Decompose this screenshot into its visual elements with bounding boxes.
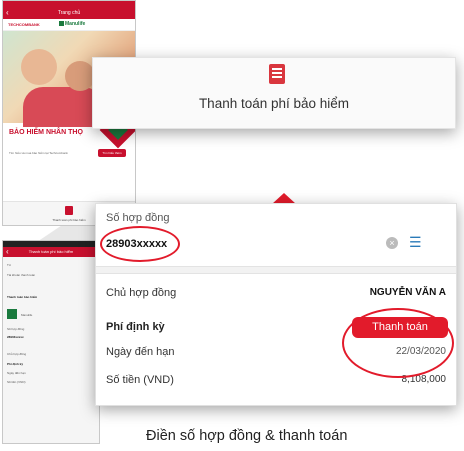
logo-bar: TECHCOMBANK Manulife [3, 19, 135, 31]
top-bar: ‹ Trang chủ [3, 7, 135, 19]
clear-icon[interactable]: × [386, 237, 398, 249]
learn-more-button[interactable]: Tìm hiểu thêm [98, 149, 126, 157]
highlight-contract-oval [100, 226, 180, 262]
due-label: Ngày đến hạn [7, 371, 26, 375]
owner-label: Chủ hợp đồng [7, 352, 27, 356]
back-icon[interactable]: ‹ [6, 7, 9, 19]
document-list-icon [65, 206, 73, 215]
page-title: Trang chủ [57, 10, 81, 16]
highlight-pay-oval [342, 308, 454, 378]
zoom-callout-payment-form: Số hợp đồng 28903xxxxx × ☰ Chủ hợp đồng … [95, 203, 457, 406]
contract-number-label: Số hợp đồng [106, 212, 170, 224]
account-label: Tài khoản thanh toán [7, 273, 36, 277]
amount-label: Số tiền (VND) [106, 374, 174, 386]
fee-label: Phí định kỳ [7, 362, 24, 366]
phone-payment-screen: ‹ Thanh toán phí bảo hiểm Từ Tài khoản t… [2, 240, 100, 444]
owner-row: Chủ hợp đồng NGUYỄN VĂN A [106, 287, 446, 299]
manulife-logo: Manulife [59, 21, 85, 27]
callout-caption: Thanh toán phí bảo hiểm [198, 96, 350, 111]
divider [96, 266, 456, 274]
from-label: Từ [7, 263, 11, 267]
banner-title: BẢO HIỂM NHÂN THỌ [9, 129, 83, 136]
list-icon[interactable]: ☰ [409, 235, 422, 249]
contract-label: Số hợp đồng [7, 327, 25, 331]
amount-label: Số tiền (VND) [7, 380, 26, 384]
owner-value: NGUYỄN VĂN A [369, 287, 446, 298]
owner-label: Chủ hợp đồng [106, 287, 177, 299]
section-title: Thanh toán bảo hiểm [7, 295, 38, 299]
insurer-name: Manulife [21, 313, 33, 317]
manulife-logo [7, 309, 17, 319]
back-icon[interactable]: ‹ [6, 247, 9, 257]
payment-form: Từ Tài khoản thanh toán Thanh toán bảo h… [3, 257, 99, 443]
top-bar: ‹ Thanh toán phí bảo hiểm [3, 247, 99, 257]
fee-label: Phí định kỳ [106, 321, 165, 333]
techcombank-logo: TECHCOMBANK [8, 22, 40, 27]
due-label: Ngày đến hạn [106, 346, 175, 358]
zoom-callout-shortcut: Thanh toán phí bảo hiểm [92, 57, 456, 129]
banner-description: Tìm hiểu và mua bảo hiểm tại Techcombank [9, 151, 68, 155]
contract-value[interactable]: 28903xxxxx [7, 335, 24, 339]
instruction-caption: Điền số hợp đồng & thanh toán [146, 428, 348, 444]
document-list-icon [269, 64, 285, 84]
page-title: Thanh toán phí bảo hiểm [28, 249, 74, 254]
